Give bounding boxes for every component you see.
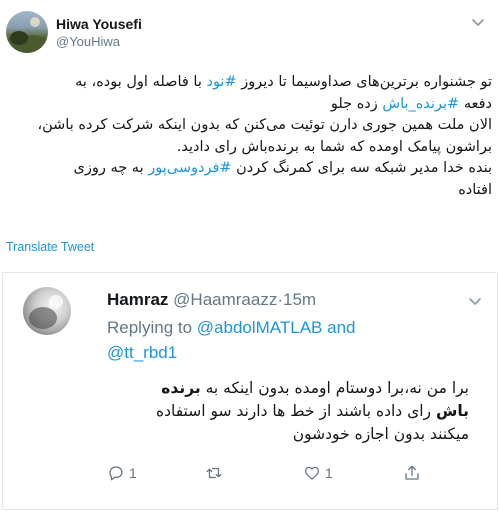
tweet-line: دفعه #برنده_باش زده جلو [330, 95, 492, 112]
reply-header: Hamraz @Haamraazz·15m [107, 289, 316, 311]
tweet-line: براشون پیامک اومده که شما به برنده‌باش ر… [176, 138, 492, 155]
hashtag-link[interactable]: #برنده_باش [382, 96, 459, 112]
hashtag-link[interactable]: #فردوسی‌پور [148, 160, 231, 176]
retweet-icon [206, 467, 222, 479]
reply-text: برا من نه،برا دوستام اومده بدون اینکه به… [155, 379, 469, 443]
tweet-text: تو جشنواره برترین‌های صداوسیما تا دیروز … [6, 72, 492, 201]
like-count: 1 [325, 465, 333, 481]
heart-icon [304, 466, 320, 480]
share-icon [405, 465, 419, 480]
reply-button[interactable]: 1 [107, 464, 137, 482]
replying-to: Replying to @abdolMATLAB and @tt_rbd1 [107, 318, 356, 362]
author-info: Hiwa Yousefi @YouHiwa [56, 15, 142, 50]
tweet-header: Hiwa Yousefi @YouHiwa [6, 8, 142, 56]
retweet-button[interactable] [205, 464, 227, 482]
tweet-line: الان ملت همین جوری دارن توئیت می‌کنن که … [37, 117, 492, 133]
reply-author-name[interactable]: Hamraz [107, 290, 168, 309]
like-button[interactable]: 1 [303, 464, 333, 482]
mention-link[interactable]: @tt_rbd1 [107, 343, 177, 362]
reply-timestamp[interactable]: 15m [283, 290, 316, 309]
hashtag-link[interactable]: #نود [206, 74, 236, 90]
tweet-actions: 1 1 [107, 464, 467, 486]
reply-icon [109, 466, 123, 481]
tweet-line: تو جشنواره برترین‌های صداوسیما تا دیروز … [75, 74, 492, 90]
author-name[interactable]: Hiwa Yousefi [56, 15, 142, 33]
tweet-line: افتاده [458, 181, 492, 198]
chevron-down-icon[interactable] [470, 14, 486, 30]
chevron-down-icon[interactable] [467, 293, 483, 309]
mention-link[interactable]: @abdolMATLAB [197, 318, 323, 337]
reply-count: 1 [129, 465, 137, 481]
tweet-line: بنده خدا مدیر شبکه سه برای کمرنگ کردن #ف… [73, 160, 492, 176]
translate-tweet-link[interactable]: Translate Tweet [6, 240, 94, 254]
author-handle[interactable]: @YouHiwa [56, 33, 142, 50]
reply-author-handle[interactable]: @Haamraazz [173, 290, 277, 309]
reply-avatar[interactable] [23, 287, 71, 335]
author-avatar[interactable] [6, 11, 48, 53]
share-button[interactable] [403, 464, 421, 482]
reply-tweet-card[interactable]: Hamraz @Haamraazz·15m Replying to @abdol… [2, 272, 498, 510]
